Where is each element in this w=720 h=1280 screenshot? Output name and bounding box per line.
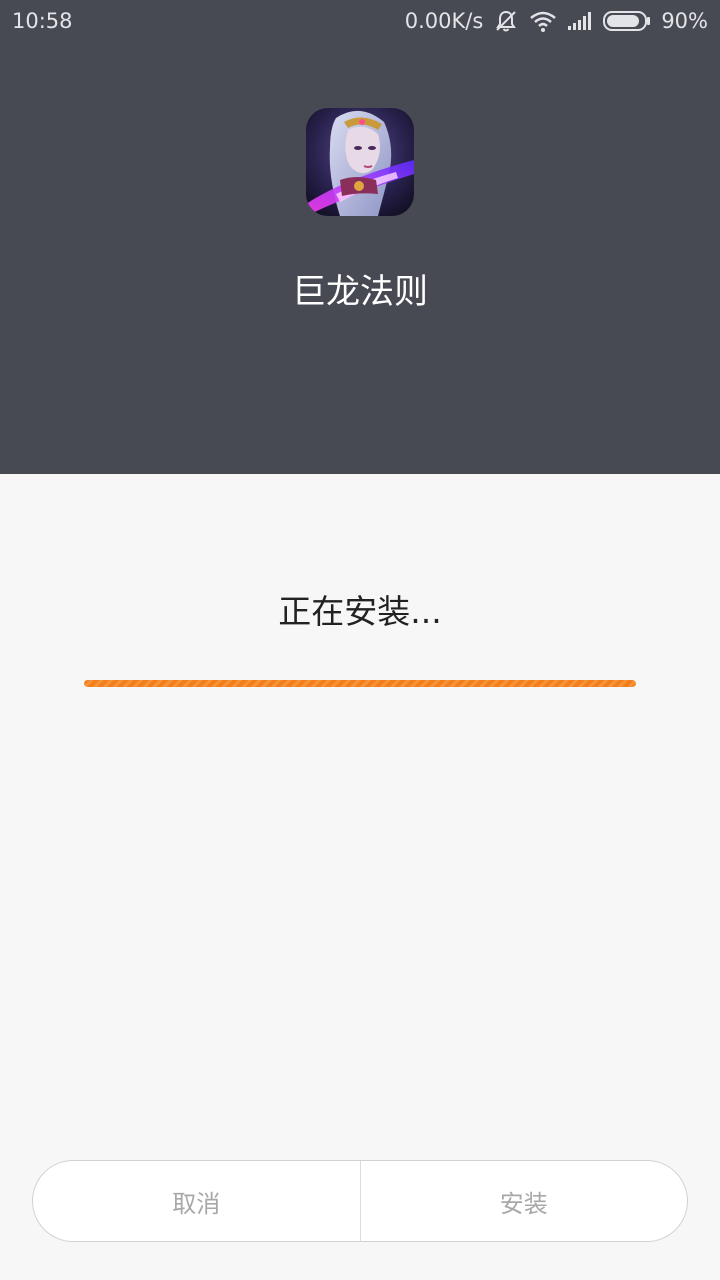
installer-screen: 10:58 0.00K/s 90% 巨龙法则 正在安装... 取消 安装: [0, 0, 720, 1280]
mute-icon: [493, 8, 519, 34]
status-time: 10:58: [12, 9, 73, 33]
signal-icon: [567, 11, 593, 31]
install-progress-bar: [84, 680, 636, 687]
battery-icon: [603, 10, 651, 32]
app-header: 10:58 0.00K/s 90% 巨龙法则: [0, 0, 720, 474]
app-icon: [306, 108, 414, 216]
cancel-button[interactable]: 取消: [33, 1161, 360, 1241]
action-button-bar: 取消 安装: [32, 1160, 688, 1242]
status-icons: 0.00K/s 90%: [405, 0, 708, 42]
status-bar: 10:58 0.00K/s 90%: [0, 0, 720, 42]
app-name: 巨龙法则: [292, 272, 428, 312]
network-speed: 0.00K/s: [404, 9, 484, 33]
wifi-icon: [529, 9, 557, 33]
install-button[interactable]: 安装: [361, 1161, 688, 1241]
battery-percent: 90%: [661, 9, 708, 33]
install-progress-fill: [84, 680, 636, 687]
install-status-text: 正在安装...: [278, 592, 442, 631]
